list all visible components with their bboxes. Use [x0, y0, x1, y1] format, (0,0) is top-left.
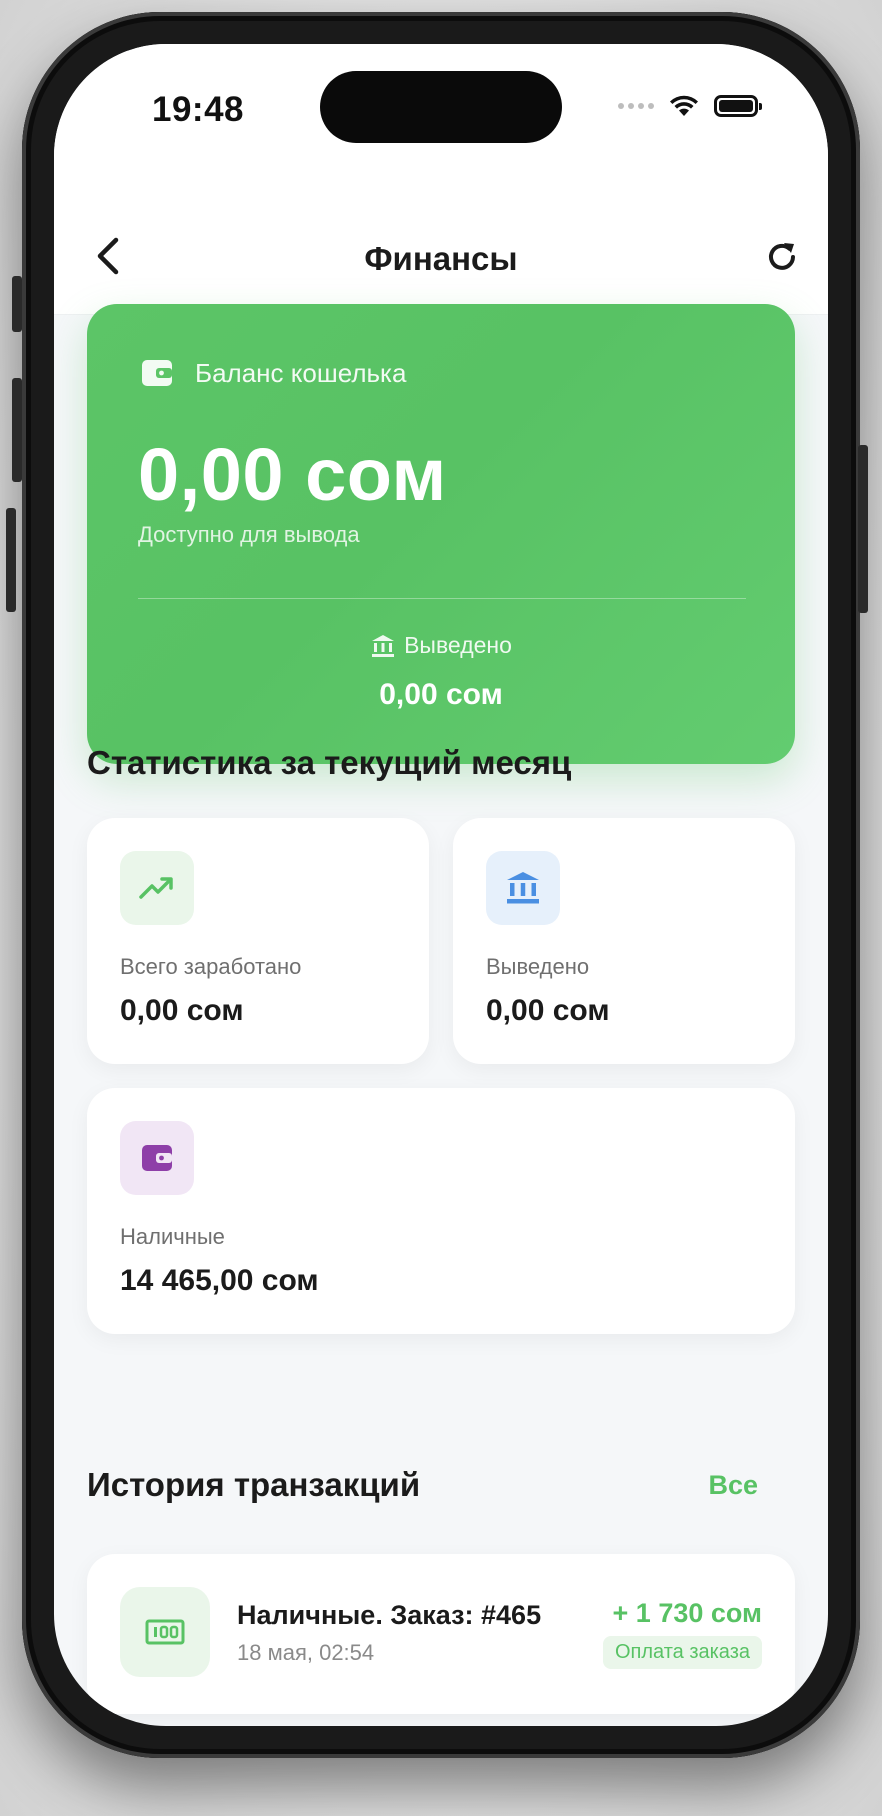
transaction-date: 18 мая, 02:54 [237, 1640, 375, 1665]
wallet-icon [142, 360, 172, 386]
transaction-type-badge: Оплата заказа [602, 1636, 762, 1669]
withdrawn-row: Выведено [87, 632, 795, 659]
dynamic-island [320, 71, 562, 143]
transaction-title: Наличные. Заказ: #465 [237, 1600, 542, 1630]
stat-value: 14 465,00 сом [120, 1264, 319, 1297]
cash-icon [145, 1619, 185, 1645]
wallet-icon [142, 1145, 172, 1171]
volume-up-button [12, 378, 22, 482]
stat-card-cash[interactable]: Наличные 14 465,00 сом [87, 1088, 795, 1334]
stat-card-withdrawn[interactable]: Выведено 0,00 сом [453, 818, 795, 1064]
page-title: Финансы [364, 240, 518, 277]
status-icons [618, 94, 762, 118]
stat-card-earned[interactable]: Всего заработано 0,00 сом [87, 818, 429, 1064]
device-stage: 19:48 Финансы Баланс кошелька 0,00 сом Д… [0, 0, 882, 1816]
stat-label: Всего заработано [120, 954, 302, 979]
stat-icon-box [120, 851, 194, 925]
stat-label: Наличные [120, 1224, 225, 1249]
trending-up-icon [139, 877, 173, 899]
stat-label: Выведено [486, 954, 590, 979]
withdrawn-label: Выведено [404, 632, 512, 658]
status-time: 19:48 [152, 90, 245, 129]
nav-bar: Финансы [54, 154, 828, 315]
signal-icon [618, 103, 654, 109]
app-screen: 19:48 Финансы Баланс кошелька 0,00 сом Д… [54, 44, 828, 1726]
status-bar: 19:48 [54, 44, 828, 154]
bank-icon [372, 634, 395, 657]
refresh-icon[interactable] [764, 239, 800, 275]
balance-label: Баланс кошелька [195, 358, 407, 388]
see-all-link[interactable]: Все [708, 1470, 758, 1501]
volume-down-button [6, 508, 16, 612]
balance-sublabel: Доступно для вывода [138, 522, 360, 547]
balance-amount: 0,00 сом [138, 433, 447, 516]
balance-divider [138, 598, 746, 599]
battery-icon [714, 95, 762, 117]
power-button [858, 445, 868, 613]
stat-value: 0,00 сом [486, 994, 610, 1027]
transaction-icon-box [120, 1587, 210, 1677]
wifi-icon [670, 95, 698, 116]
history-title: История транзакций [87, 1466, 421, 1503]
stat-icon-box [120, 1121, 194, 1195]
balance-card: Баланс кошелька 0,00 сом Доступно для вы… [87, 304, 795, 764]
withdrawn-amount: 0,00 сом [379, 678, 503, 711]
bank-icon [507, 872, 539, 904]
stat-value: 0,00 сом [120, 994, 244, 1027]
transaction-amount: + 1 730 сом [612, 1598, 762, 1628]
stats-title: Статистика за текущий месяц [87, 744, 572, 781]
action-button [12, 276, 22, 332]
stat-icon-box [486, 851, 560, 925]
transaction-item[interactable]: Наличные. Заказ: #465 18 мая, 02:54 + 1 … [87, 1554, 795, 1714]
